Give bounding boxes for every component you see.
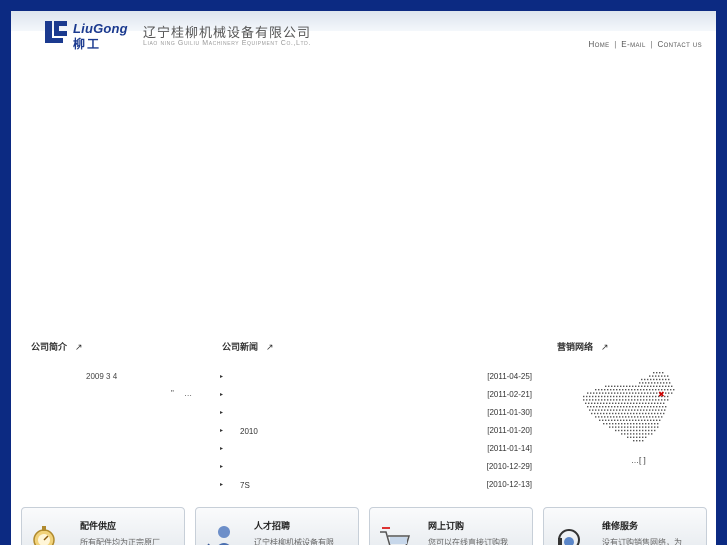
page: LiuGong 柳工 辽宁桂柳机械设备有限公司 Liao ning Guiliu… (11, 11, 716, 545)
news-item-date: [2011-04-25] (487, 372, 532, 381)
service-cards: 配件供应 所有配件均为正宗原厂 人才招聘 辽宁桂柳机械设备有限 网上订购 您可以… (21, 507, 711, 545)
news-heading[interactable]: 公司新闻 ↗ (222, 340, 274, 353)
news-item-title[interactable]: 7S (240, 481, 250, 490)
home-link[interactable]: Home (589, 40, 610, 49)
news-item[interactable]: ▸ [2010-12-29] (220, 459, 532, 477)
news-title: 公司新闻 (222, 343, 259, 353)
news-item[interactable]: ▸ [2011-01-30] (220, 405, 532, 423)
intro-more-icon[interactable]: ↗ (75, 343, 83, 353)
intro-title: 公司简介 (31, 343, 68, 353)
card-desc: 辽宁桂柳机械设备有限 (254, 538, 334, 545)
news-item[interactable]: ▸ [2011-01-14] (220, 441, 532, 459)
bullet-icon: ▸ (220, 374, 224, 380)
china-map-icon[interactable]: ✖ (581, 369, 677, 445)
news-item-date: [2011-01-30] (487, 408, 532, 417)
card-desc: 没有订购销售网络，为 (602, 538, 682, 545)
news-item-date: [2010-12-13] (486, 480, 532, 489)
card-title: 人才招聘 (254, 522, 291, 532)
logo-cn: 柳工 (73, 37, 102, 51)
news-list: ▸ [2011-04-25] ▸ [2011-02-21] ▸ [2011-01… (220, 369, 532, 495)
bullet-icon: ▸ (220, 446, 224, 452)
news-item-title[interactable]: 2010 (240, 427, 258, 436)
repair-service-card[interactable]: 维修服务 没有订购销售网络，为 (543, 507, 707, 545)
news-more-icon[interactable]: ↗ (266, 343, 274, 353)
card-desc: 所有配件均为正宗原厂 (80, 538, 160, 545)
headset-icon (558, 529, 580, 545)
bullet-icon: ▸ (220, 428, 224, 434)
link-separator: | (614, 40, 617, 49)
email-link[interactable]: E-mail (621, 40, 645, 49)
news-item-date: [2011-02-21] (487, 390, 532, 399)
bullet-icon: ▸ (220, 410, 224, 416)
parts-supply-card[interactable]: 配件供应 所有配件均为正宗原厂 (21, 507, 185, 545)
company-name: 辽宁桂柳机械设备有限公司 (143, 26, 312, 41)
contact-link[interactable]: Contact us (657, 40, 702, 49)
bullet-icon: ▸ (220, 392, 224, 398)
network-more-icon[interactable]: ↗ (601, 343, 609, 353)
card-title: 配件供应 (80, 522, 117, 532)
intro-heading[interactable]: 公司简介 ↗ (31, 340, 83, 353)
network-title: 营销网络 (557, 343, 594, 353)
network-more-link[interactable]: …[ ] (631, 456, 646, 465)
news-item-date: [2011-01-14] (487, 444, 532, 453)
top-links: Home | E-mail | Contact us (589, 40, 702, 49)
location-marker-icon: ✖ (658, 390, 665, 399)
stopwatch-icon (33, 526, 55, 545)
recruitment-card[interactable]: 人才招聘 辽宁桂柳机械设备有限 (195, 507, 359, 545)
person-icon (207, 526, 230, 545)
news-item[interactable]: ▸ 2010 [2011-01-20] (220, 423, 532, 441)
card-title: 维修服务 (602, 522, 639, 532)
online-order-card[interactable]: 网上订购 您可以在线直接订购我 (369, 507, 533, 545)
card-title: 网上订购 (428, 522, 465, 532)
intro-more-text[interactable]: " … (171, 389, 196, 398)
news-item-date: [2010-12-29] (486, 462, 532, 471)
link-separator: | (650, 40, 653, 49)
cart-icon (380, 527, 411, 545)
network-heading[interactable]: 营销网络 ↗ (557, 340, 609, 353)
logo-text[interactable]: LiuGong 柳工 (73, 21, 143, 51)
news-item[interactable]: ▸ [2011-02-21] (220, 387, 532, 405)
intro-text: 2009 3 4 (86, 372, 118, 381)
bullet-icon: ▸ (220, 482, 224, 488)
bullet-icon: ▸ (220, 464, 224, 470)
company-name-en: Liao ning Guiliu Machinery Equipment Co.… (143, 40, 311, 47)
news-item[interactable]: ▸ [2011-04-25] (220, 369, 532, 387)
news-item[interactable]: ▸ 7S [2010-12-13] (220, 477, 532, 495)
card-desc: 您可以在线直接订购我 (428, 538, 508, 545)
liugong-logo-icon[interactable] (43, 19, 69, 45)
news-item-date: [2011-01-20] (487, 426, 532, 435)
logo-en: LiuGong (73, 21, 128, 36)
